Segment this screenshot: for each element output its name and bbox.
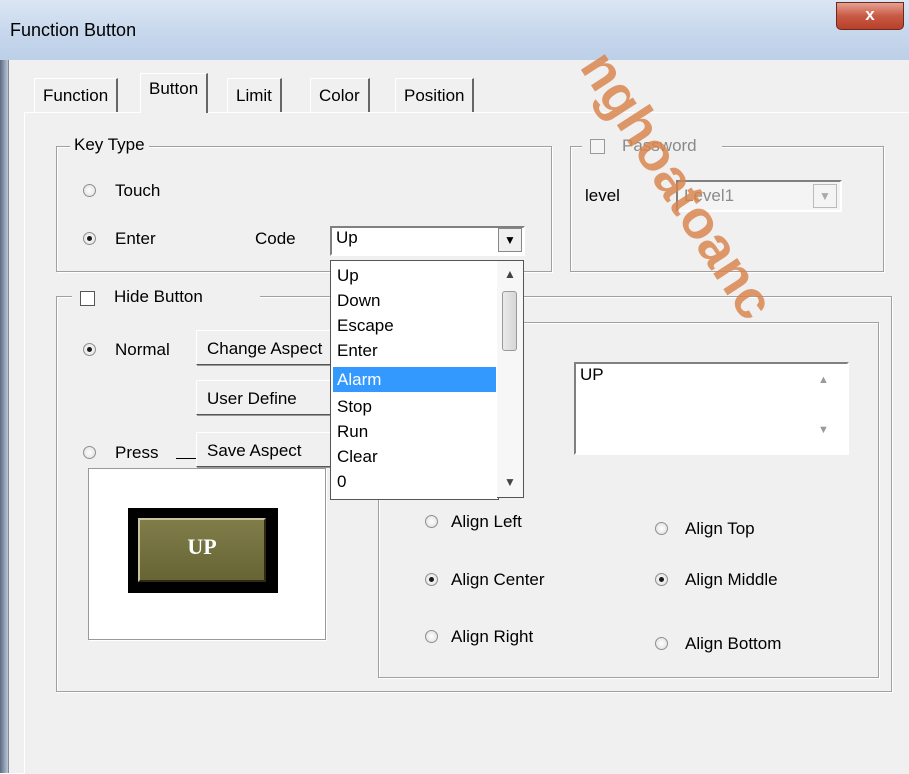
code-option-stop[interactable]: Stop	[333, 394, 496, 419]
code-option-up[interactable]: Up	[333, 263, 496, 288]
user-define-button[interactable]: User Define	[196, 380, 332, 415]
touch-label: Touch	[115, 181, 161, 200]
window-frame-left	[0, 60, 8, 773]
code-option-alarm[interactable]: Alarm	[333, 367, 496, 392]
align-top-radio[interactable]	[655, 522, 668, 535]
press-radio[interactable]	[83, 446, 96, 459]
scroll-down-icon[interactable]: ▼	[504, 475, 516, 489]
level-chevron-down-icon: ▼	[813, 184, 837, 208]
password-checkbox[interactable]	[590, 139, 605, 154]
change-aspect-button[interactable]: Change Aspect	[196, 330, 332, 365]
hide-button-label: Hide Button	[114, 287, 203, 306]
align-right-label: Align Right	[451, 627, 534, 646]
close-button[interactable]: x	[836, 2, 904, 30]
tab-button[interactable]: Button	[140, 73, 209, 113]
hide-button-checkbox[interactable]	[80, 291, 95, 306]
enter-label: Enter	[115, 229, 156, 248]
align-bottom-label: Align Bottom	[685, 634, 782, 653]
text-scroll-down-icon[interactable]: ▼	[818, 424, 829, 436]
code-label: Code	[255, 229, 296, 248]
button-text-area[interactable]	[574, 362, 849, 455]
code-option-escape[interactable]: Escape	[333, 313, 496, 338]
tab-color[interactable]: Color	[310, 78, 370, 112]
title-bar[interactable]	[0, 0, 909, 61]
text-scroll-up-icon[interactable]: ▲	[818, 374, 829, 386]
window-title: Function Button	[10, 20, 137, 40]
align-left-radio[interactable]	[425, 515, 438, 528]
align-middle-radio[interactable]	[655, 573, 668, 586]
code-option-clear[interactable]: Clear	[333, 444, 496, 469]
normal-label: Normal	[115, 340, 170, 359]
tab-function[interactable]: Function	[34, 78, 119, 112]
align-center-radio[interactable]	[425, 573, 438, 586]
chevron-down-icon[interactable]: ▼	[498, 228, 522, 252]
align-right-radio[interactable]	[425, 630, 438, 643]
press-label: Press	[115, 443, 159, 462]
key-type-legend: Key Type	[70, 135, 149, 155]
align-center-label: Align Center	[451, 570, 545, 589]
align-middle-label: Align Middle	[685, 570, 778, 589]
touch-radio[interactable]	[83, 184, 96, 197]
code-option-0[interactable]: 0	[333, 469, 496, 494]
align-top-label: Align Top	[685, 519, 755, 538]
code-dropdown-list[interactable]: Up Down Escape Enter Alarm Stop Run Clea…	[330, 260, 499, 500]
scrollbar-thumb[interactable]	[502, 291, 517, 351]
code-value: Up	[336, 228, 358, 247]
preview-button-text: UP	[138, 518, 266, 582]
tab-limit[interactable]: Limit	[227, 78, 282, 112]
align-left-label: Align Left	[451, 512, 522, 531]
normal-radio[interactable]	[83, 343, 96, 356]
enter-radio[interactable]	[83, 232, 96, 245]
level-label: level	[585, 186, 620, 205]
code-select[interactable]	[330, 226, 525, 256]
code-option-enter[interactable]: Enter	[333, 338, 496, 363]
scroll-up-icon[interactable]: ▲	[504, 267, 516, 281]
button-text-value: UP	[580, 365, 604, 384]
code-option-run[interactable]: Run	[333, 419, 496, 444]
code-option-down[interactable]: Down	[333, 288, 496, 313]
press-divider	[176, 458, 198, 459]
tab-position[interactable]: Position	[395, 78, 475, 112]
align-bottom-radio[interactable]	[655, 637, 668, 650]
code-dropdown-scrollbar[interactable]: ▲ ▼	[497, 260, 524, 498]
save-aspect-button[interactable]: Save Aspect	[196, 432, 332, 467]
